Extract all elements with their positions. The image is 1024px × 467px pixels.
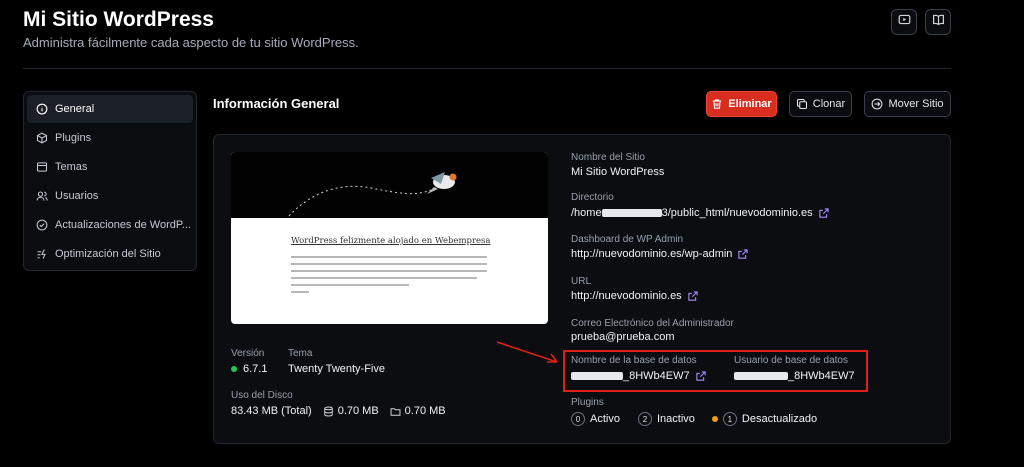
plugins-summary: 0 Activo 2 Inactivo 1 Desactualizado [571, 412, 817, 426]
users-icon [36, 190, 48, 202]
redacted-blur [601, 209, 662, 217]
delete-button-label: Eliminar [728, 98, 772, 110]
sidebar-item-plugins[interactable]: Plugins [27, 124, 193, 152]
sidebar-item-label: Usuarios [55, 190, 99, 202]
plugins-active-count: 0 [571, 412, 585, 426]
sidebar-item-actualizaciones[interactable]: Actualizaciones de WordP... [27, 211, 193, 239]
directory-value: /home 3/public_html/nuevodominio.es [571, 207, 830, 219]
folder-icon [390, 406, 401, 417]
video-icon [898, 13, 911, 31]
directory-label: Directorio [571, 192, 614, 203]
site-name-label: Nombre del Sitio [571, 152, 645, 163]
book-icon [932, 13, 945, 31]
documentation-button[interactable] [925, 9, 951, 35]
plugins-label: Plugins [571, 397, 604, 408]
database-icon [323, 406, 334, 417]
url-label: URL [571, 276, 592, 287]
wp-admin-link[interactable]: http://nuevodominio.es/wp-admin [571, 248, 749, 260]
db-user-value: _8HWb4EW7 [734, 370, 855, 382]
palette-icon [36, 161, 48, 173]
preview-text-lines [291, 256, 487, 298]
external-link-icon[interactable] [818, 207, 830, 219]
disk-usage-values: 83.43 MB (Total) 0.70 MB 0.70 MB [231, 405, 446, 417]
db-user-label: Usuario de base de datos [734, 355, 848, 366]
plugins-outdated-count: 1 [722, 412, 737, 426]
plugins-outdated-label: Desactualizado [741, 413, 818, 425]
db-name-value: _8HWb4EW7 [571, 370, 707, 382]
move-site-button[interactable]: Mover Sitio [864, 91, 951, 117]
preview-heading: WordPress felizmente alojado en Webempre… [291, 236, 491, 246]
status-dot-icon [231, 366, 237, 372]
admin-email-label: Correo Electrónico del Administrador [571, 318, 734, 329]
sidebar-item-general[interactable]: General [27, 95, 193, 123]
redacted-blur [734, 372, 788, 380]
site-url[interactable]: http://nuevodominio.es [571, 290, 682, 302]
site-preview-thumbnail[interactable]: WordPress felizmente alojado en Webempre… [231, 152, 548, 324]
sidebar-item-label: Temas [55, 161, 88, 173]
db-name-label: Nombre de la base de datos [571, 355, 697, 366]
check-circle-icon [36, 219, 48, 231]
directory-suffix: 3/public_html/nuevodominio.es [661, 207, 813, 219]
disk-files: 0.70 MB [404, 405, 446, 417]
trash-icon [711, 98, 723, 110]
disk-total: 83.43 MB (Total) [231, 405, 312, 417]
page-title: Mi Sitio WordPress [23, 8, 214, 31]
header-divider [23, 68, 951, 69]
bird-illustration [288, 172, 457, 217]
version-number: 6.7.1 [243, 363, 268, 375]
sidebar-item-label: Actualizaciones de WordP... [55, 219, 191, 231]
cube-icon [36, 132, 48, 144]
theme-label: Tema [288, 348, 313, 359]
video-tutorial-button[interactable] [891, 9, 917, 35]
external-link-icon[interactable] [737, 248, 749, 260]
sidebar: General Plugins Temas Usuarios Actualiza… [23, 91, 197, 271]
version-label: Versión [231, 348, 265, 359]
redacted-blur [571, 372, 623, 380]
annotation-arrow [496, 341, 558, 363]
disk-usage-label: Uso del Disco [231, 390, 293, 401]
preview-hero [231, 152, 548, 218]
plugins-active-label: Activo [590, 413, 620, 425]
section-title: Información General [213, 96, 340, 111]
info-icon [36, 103, 48, 115]
wp-admin-url[interactable]: http://nuevodominio.es/wp-admin [571, 248, 732, 260]
sidebar-item-label: General [55, 103, 95, 115]
db-name-suffix: _8HWb4EW7 [623, 370, 690, 382]
clone-button-label: Clonar [812, 98, 846, 110]
sidebar-item-label: Optimización del Sitio [55, 248, 161, 260]
sidebar-item-usuarios[interactable]: Usuarios [27, 182, 193, 210]
warning-dot-icon [711, 416, 718, 422]
plugins-inactive-label: Inactivo [656, 413, 695, 425]
site-url-link[interactable]: http://nuevodominio.es [571, 290, 699, 302]
site-name-value: Mi Sitio WordPress [571, 166, 665, 178]
theme-value: Twenty Twenty-Five [288, 363, 385, 375]
page-subtitle: Administra fácilmente cada aspecto de tu… [23, 35, 359, 50]
bolt-icon [36, 248, 48, 260]
copy-icon [796, 98, 808, 110]
move-icon [871, 98, 883, 110]
directory-prefix: /home [571, 207, 602, 219]
version-value: 6.7.1 [231, 363, 267, 375]
external-link-icon[interactable] [695, 370, 707, 382]
delete-button[interactable]: Eliminar [706, 91, 777, 117]
sidebar-item-label: Plugins [55, 132, 92, 144]
admin-email-value: prueba@prueba.com [571, 331, 675, 343]
disk-database: 0.70 MB [337, 405, 379, 417]
sidebar-item-temas[interactable]: Temas [27, 153, 193, 181]
plugins-inactive-count: 2 [637, 412, 652, 426]
db-user-suffix: _8HWb4EW7 [788, 370, 855, 382]
clone-button[interactable]: Clonar [789, 91, 852, 117]
external-link-icon[interactable] [687, 290, 699, 302]
wp-admin-label: Dashboard de WP Admin [571, 234, 684, 245]
sidebar-item-optimizacion[interactable]: Optimización del Sitio [27, 240, 193, 268]
move-site-button-label: Mover Sitio [888, 98, 944, 110]
